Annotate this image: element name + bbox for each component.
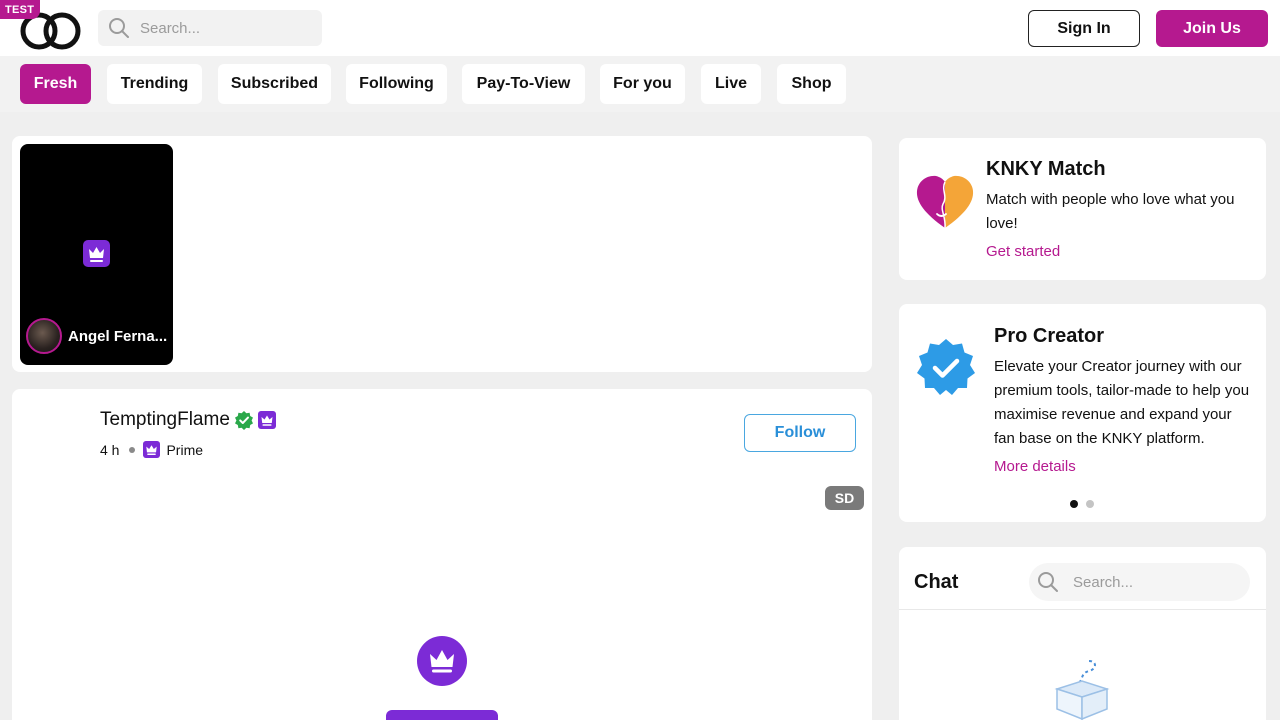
post-age: 4 h <box>100 441 120 458</box>
pro-card-title: Pro Creator <box>994 325 1105 347</box>
meta-separator <box>129 446 136 453</box>
pro-creator-card: Pro Creator Elevate your Creator journey… <box>899 304 1266 522</box>
unlock-post-button[interactable] <box>386 710 498 720</box>
tab-pay-to-view[interactable]: Pay-To-View <box>462 64 585 104</box>
prime-crown-icon <box>83 240 110 267</box>
chat-panel: Chat Search... <box>899 547 1266 720</box>
tab-following[interactable]: Following <box>346 64 447 104</box>
tab-trending[interactable]: Trending <box>107 64 202 104</box>
feed-post: TemptingFlame 4 h Prime Follow SD <box>12 389 872 720</box>
chat-divider <box>899 609 1266 610</box>
carousel-dot-2[interactable] <box>1086 500 1094 508</box>
story-avatar <box>26 318 62 354</box>
post-author-name[interactable]: TemptingFlame <box>100 409 230 431</box>
carousel-dot-1[interactable] <box>1070 500 1078 508</box>
match-card-text: Match with people who love what you love… <box>986 191 1235 232</box>
match-card-title: KNKY Match <box>986 158 1106 180</box>
pro-card-text: Elevate your Creator journey with our pr… <box>994 358 1250 447</box>
post-meta-row: 4 h Prime <box>100 441 203 458</box>
search-placeholder: Search... <box>140 19 201 37</box>
knky-match-card: KNKY Match Match with people who love wh… <box>899 138 1266 280</box>
post-author-row: TemptingFlame <box>100 409 276 431</box>
chat-search-placeholder: Search... <box>1073 573 1134 591</box>
environment-badge: TEST <box>0 0 41 19</box>
chat-title: Chat <box>914 571 959 593</box>
verified-badge-icon <box>234 411 253 430</box>
get-started-link[interactable]: Get started <box>986 243 1060 260</box>
stories-card: Angel Ferna... <box>12 136 872 372</box>
tab-live[interactable]: Live <box>701 64 761 104</box>
video-quality-badge[interactable]: SD <box>825 486 864 510</box>
global-search-input[interactable]: Search... <box>98 10 322 46</box>
locked-prime-crown-icon <box>417 636 467 686</box>
story-creator-name: Angel Ferna... <box>68 328 168 345</box>
sign-in-button[interactable]: Sign In <box>1028 10 1140 47</box>
story-item[interactable]: Angel Ferna... <box>20 144 173 365</box>
pro-verified-badge-icon <box>917 339 975 395</box>
tab-for-you[interactable]: For you <box>600 64 685 104</box>
prime-crown-icon <box>257 411 276 429</box>
top-header: TEST Search... Sign In Join Us <box>0 0 1280 56</box>
search-icon <box>109 18 129 38</box>
tab-shop[interactable]: Shop <box>777 64 846 104</box>
feed-tabs: Fresh Trending Subscribed Following Pay-… <box>0 56 1280 112</box>
join-us-button[interactable]: Join Us <box>1156 10 1268 47</box>
chat-search-input[interactable]: Search... <box>1029 563 1250 601</box>
post-tier-label: Prime <box>166 441 204 458</box>
tab-fresh[interactable]: Fresh <box>20 64 91 104</box>
more-details-link[interactable]: More details <box>994 458 1076 475</box>
empty-box-icon <box>1054 660 1110 720</box>
match-heart-icon <box>916 175 974 229</box>
follow-button[interactable]: Follow <box>744 414 856 452</box>
tab-subscribed[interactable]: Subscribed <box>218 64 331 104</box>
carousel-pagination <box>1070 500 1094 508</box>
prime-crown-icon <box>143 441 161 458</box>
search-icon <box>1038 572 1058 592</box>
